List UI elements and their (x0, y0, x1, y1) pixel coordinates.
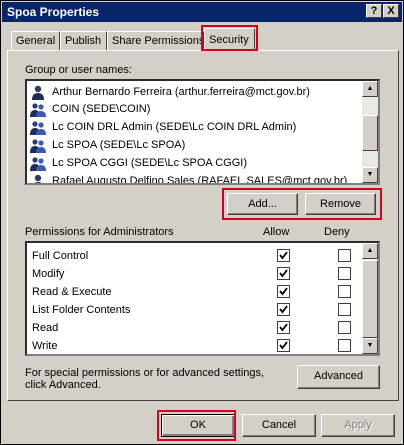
properties-dialog: Spoa Properties ? X General Publish Shar… (0, 0, 404, 445)
title-bar[interactable]: Spoa Properties ? X (2, 2, 402, 22)
window-title: Spoa Properties (7, 5, 100, 19)
apply-button-label: Apply (344, 419, 372, 431)
cancel-button[interactable]: Cancel (242, 414, 316, 437)
tab-panel (7, 50, 399, 401)
highlight-security-tab (201, 25, 258, 51)
tab-publish[interactable]: Publish (60, 31, 107, 50)
cancel-button-label: Cancel (261, 419, 297, 431)
highlight-ok (157, 410, 236, 441)
tab-general[interactable]: General (11, 31, 60, 50)
highlight-add-remove (222, 188, 382, 220)
help-button[interactable]: ? (366, 4, 382, 18)
tab-share-permissions[interactable]: Share Permissions (107, 31, 204, 50)
apply-button[interactable]: Apply (321, 414, 395, 437)
close-button[interactable]: X (383, 4, 399, 18)
